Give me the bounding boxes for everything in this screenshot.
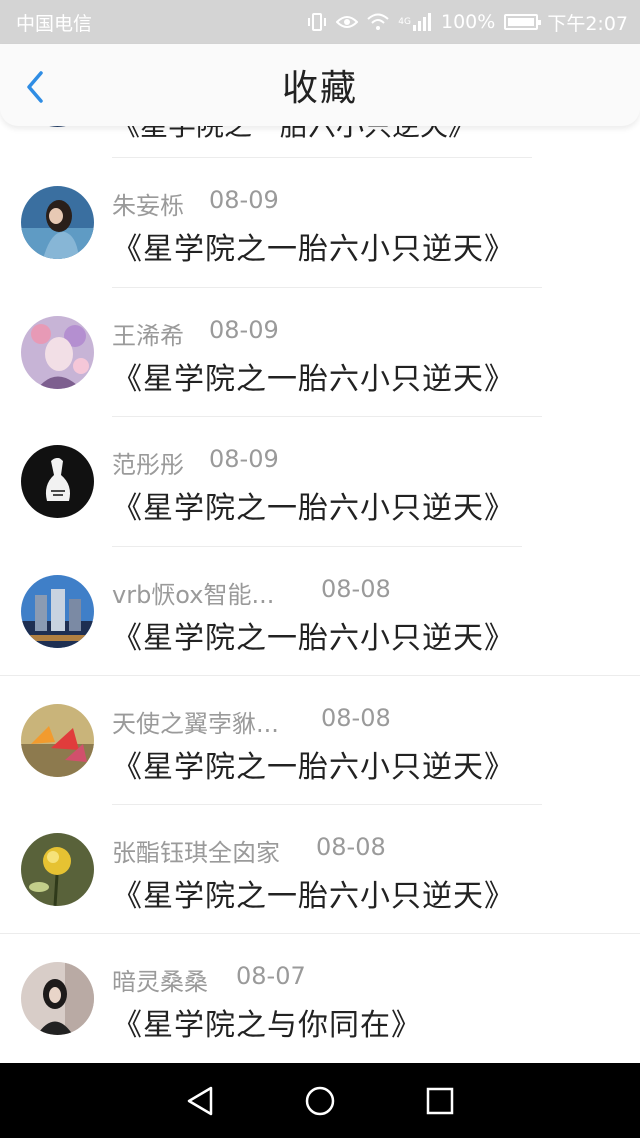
list-item[interactable]: 朱妄栎 08-09 《星学院之一胎六小只逆天》 <box>0 158 640 287</box>
user-name: 天使之翼孛貅... <box>112 710 279 738</box>
system-nav-bar <box>0 1063 640 1138</box>
favorites-list: 《星学院之一胎六小只逆天》 朱妄栎 08-09 《星学院之一胎六小只逆天》 <box>0 100 640 1063</box>
square-recents-icon <box>426 1087 454 1114</box>
avatar <box>21 575 94 648</box>
item-meta: 张酯钰琪全囟家 08-08 <box>112 833 386 867</box>
nav-recents-button[interactable] <box>416 1077 464 1125</box>
page-title: 收藏 <box>281 68 358 109</box>
book-title: 《星学院之一胎六小只逆天》 <box>112 621 515 656</box>
triangle-back-icon <box>187 1086 213 1115</box>
user-name: 朱妄栎 <box>112 192 184 220</box>
book-title: 《星学院之一胎六小只逆天》 <box>112 362 515 397</box>
user-name: 张酯钰琪全囟家 <box>112 839 280 867</box>
wifi-icon <box>367 13 389 31</box>
date: 08-09 <box>209 186 279 214</box>
user-name: vrb恹ox智能... <box>112 581 275 609</box>
item-meta: 王浠希 08-09 <box>112 316 279 350</box>
item-meta: vrb恹ox智能... 08-08 <box>112 575 391 609</box>
avatar <box>21 833 94 906</box>
carrier-label: 中国电信 <box>16 12 93 35</box>
nav-back-button[interactable] <box>176 1077 224 1125</box>
list-item[interactable]: 王浠希 08-09 《星学院之一胎六小只逆天》 <box>0 288 640 417</box>
chevron-left-icon <box>27 71 43 103</box>
app-header: 收藏 <box>0 44 640 126</box>
vibrate-icon <box>307 13 327 31</box>
clock: 下午2:07 <box>547 12 628 35</box>
date: 08-08 <box>316 833 386 861</box>
list-item[interactable]: 暗灵桑桑 08-07 《星学院之与你同在》 <box>0 934 640 1063</box>
item-meta: 天使之翼孛貅... 08-08 <box>112 704 391 738</box>
back-button[interactable] <box>20 70 50 104</box>
book-title: 《星学院之一胎六小只逆天》 <box>112 750 515 785</box>
date: 08-09 <box>209 316 279 344</box>
avatar <box>21 445 94 518</box>
item-meta: 暗灵桑桑 08-07 <box>112 962 306 996</box>
avatar <box>21 316 94 389</box>
item-meta: 朱妄栎 08-09 <box>112 186 279 220</box>
date: 08-09 <box>209 445 279 473</box>
date: 08-08 <box>321 575 391 603</box>
user-name: 范彤彤 <box>112 451 184 479</box>
avatar <box>21 962 94 1035</box>
circle-home-icon <box>305 1086 335 1115</box>
book-title: 《星学院之一胎六小只逆天》 <box>112 879 515 914</box>
nav-home-button[interactable] <box>296 1077 344 1125</box>
status-bar: 中国电信 4G 100% 下午2:07 <box>0 0 640 44</box>
list-item[interactable]: 张酯钰琪全囟家 08-08 《星学院之一胎六小只逆天》 <box>0 805 640 934</box>
user-name: 王浠希 <box>112 322 184 350</box>
book-title: 《星学院之一胎六小只逆天》 <box>112 232 515 267</box>
item-meta: 范彤彤 08-09 <box>112 445 279 479</box>
book-title: 《星学院之与你同在》 <box>112 1008 422 1043</box>
list-item[interactable]: vrb恹ox智能... 08-08 《星学院之一胎六小只逆天》 <box>0 547 640 676</box>
battery-percent: 100% <box>441 11 496 33</box>
date: 08-08 <box>321 704 391 732</box>
user-name: 暗灵桑桑 <box>112 968 208 996</box>
date: 08-07 <box>236 962 306 990</box>
battery-icon <box>504 14 542 30</box>
list-item[interactable]: 范彤彤 08-09 《星学院之一胎六小只逆天》 <box>0 417 640 546</box>
signal-icon: 4G <box>398 13 432 31</box>
avatar <box>21 186 94 259</box>
list-item[interactable]: 天使之翼孛貅... 08-08 《星学院之一胎六小只逆天》 <box>0 676 640 805</box>
network-type: 4G <box>398 17 411 27</box>
eye-icon <box>336 14 359 30</box>
status-icons: 4G 100% 下午2:07 <box>307 9 628 36</box>
book-title: 《星学院之一胎六小只逆天》 <box>112 491 515 526</box>
avatar <box>21 704 94 777</box>
